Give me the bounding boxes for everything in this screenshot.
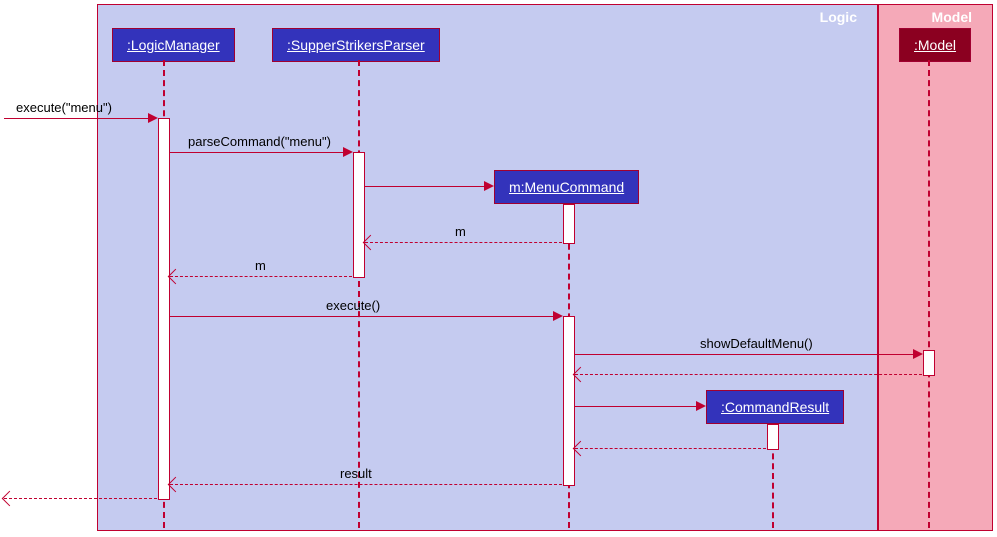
activation-logic-manager xyxy=(158,118,170,500)
label-return-m2: m xyxy=(255,258,266,273)
arrowhead-parse-command xyxy=(343,147,353,157)
label-return-m1: m xyxy=(455,224,466,239)
arrow-return-m1 xyxy=(365,242,562,243)
activation-command-result xyxy=(767,424,779,450)
activation-model xyxy=(923,350,935,376)
activation-parser xyxy=(353,152,365,278)
participant-model: :Model xyxy=(899,28,971,62)
activation-menu-command-2 xyxy=(563,316,575,486)
arrow-execute-in xyxy=(4,118,154,119)
arrow-create-menu-command xyxy=(365,186,490,187)
arrowhead-execute xyxy=(553,311,563,321)
arrow-parse-command xyxy=(170,152,350,153)
participant-command-result: :CommandResult xyxy=(706,390,844,424)
label-execute: execute() xyxy=(326,298,380,313)
label-execute-in: execute("menu") xyxy=(16,100,112,115)
participant-menu-command: m:MenuCommand xyxy=(494,170,639,204)
arrowhead-execute-in xyxy=(148,113,158,123)
lifeline-parser xyxy=(358,60,360,528)
activation-menu-command-1 xyxy=(563,204,575,244)
participant-logic-manager: :LogicManager xyxy=(112,28,235,62)
participant-parser: :SupperStrikersParser xyxy=(272,28,440,62)
arrowhead-show-default-menu xyxy=(913,349,923,359)
arrow-return-m2 xyxy=(170,276,352,277)
frame-model: Model xyxy=(878,4,993,531)
label-result: result xyxy=(340,466,372,481)
lifeline-model xyxy=(928,60,930,528)
arrow-return-command-result xyxy=(575,448,766,449)
label-parse-command: parseCommand("menu") xyxy=(188,134,331,149)
arrowhead-create-command-result xyxy=(696,401,706,411)
arrow-return-external xyxy=(4,498,157,499)
arrow-execute xyxy=(170,316,560,317)
label-show-default-menu: showDefaultMenu() xyxy=(700,336,813,351)
frame-title-logic: Logic xyxy=(810,5,877,29)
frame-logic: Logic xyxy=(97,4,878,531)
arrowhead-create-menu-command xyxy=(484,181,494,191)
arrow-create-command-result xyxy=(575,406,703,407)
frame-title-model: Model xyxy=(922,5,992,29)
arrow-return-model xyxy=(575,374,922,375)
arrow-show-default-menu xyxy=(575,354,920,355)
arrow-result xyxy=(170,484,562,485)
